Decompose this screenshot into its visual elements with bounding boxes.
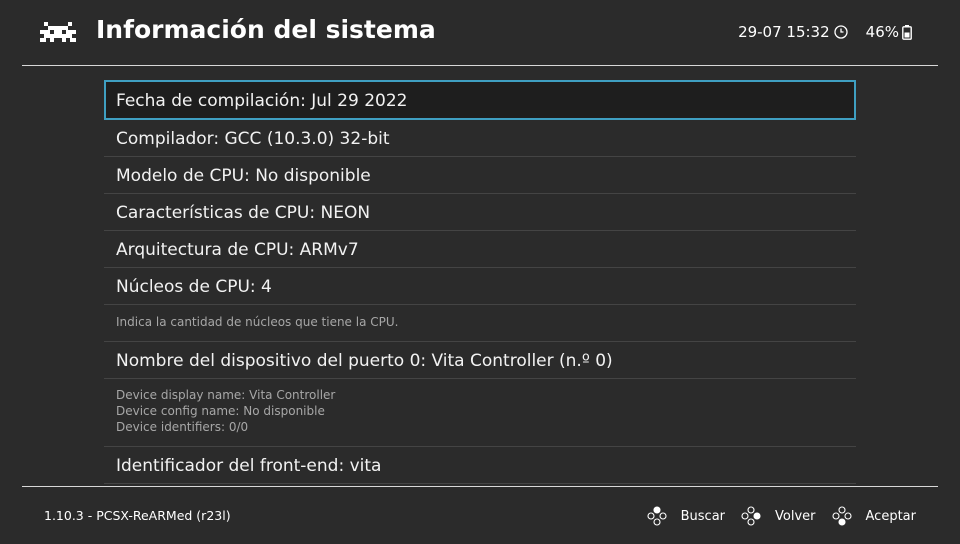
list-item-cpu-arch[interactable]: Arquitectura de CPU: ARMv7 [104, 231, 856, 268]
sublabel-text: Device identifiers: 0/0 [116, 420, 249, 434]
header-divider [22, 65, 938, 66]
device-info-text: Device display name: Vita Controller Dev… [104, 379, 856, 447]
clock-icon [834, 25, 848, 39]
system-info-list[interactable]: Fecha de compilación: Jul 29 2022 Compil… [104, 80, 856, 484]
footer-divider [22, 486, 938, 487]
footer-controls: Buscar Volver Aceptar [631, 506, 916, 526]
page-title: Información del sistema [96, 15, 436, 44]
list-item-label: Fecha de compilación: Jul 29 2022 [116, 91, 408, 111]
list-item-compiler[interactable]: Compilador: GCC (10.3.0) 32-bit [104, 120, 856, 157]
face-buttons-bottom-icon [831, 506, 852, 526]
retroarch-invader-icon [40, 22, 76, 42]
battery-icon [902, 24, 912, 40]
version-text: 1.10.3 - PCSX-ReARMed (r23l) [44, 508, 231, 523]
list-item-label: Arquitectura de CPU: ARMv7 [116, 240, 359, 260]
list-item-cpu-model[interactable]: Modelo de CPU: No disponible [104, 157, 856, 194]
search-button[interactable]: Buscar [647, 506, 725, 526]
face-buttons-right-icon [741, 506, 761, 526]
header-bar: Información del sistema 29-07 15:32 46% [0, 0, 960, 66]
list-item-port-device[interactable]: Nombre del dispositivo del puerto 0: Vit… [104, 342, 856, 379]
sublabel-text: Device display name: Vita Controller [116, 388, 336, 402]
list-item-build-date[interactable]: Fecha de compilación: Jul 29 2022 [104, 80, 856, 120]
back-label: Volver [775, 508, 816, 524]
list-item-label: Compilador: GCC (10.3.0) 32-bit [116, 129, 390, 149]
back-button[interactable]: Volver [741, 506, 816, 526]
face-buttons-top-icon [647, 506, 667, 526]
accept-label: Aceptar [865, 508, 916, 524]
list-item-label: Características de CPU: NEON [116, 203, 371, 223]
list-item-label: Núcleos de CPU: 4 [116, 277, 272, 297]
accept-button[interactable]: Aceptar [831, 506, 916, 526]
search-label: Buscar [680, 508, 726, 524]
list-item-label: Modelo de CPU: No disponible [116, 166, 371, 186]
cores-help-text: Indica la cantidad de núcleos que tiene … [104, 305, 856, 342]
sublabel-text: Device config name: No disponible [116, 404, 325, 418]
list-item-label: Identificador del front-end: vita [116, 456, 382, 476]
list-item-frontend-id[interactable]: Identificador del front-end: vita [104, 447, 856, 484]
list-item-cpu-features[interactable]: Características de CPU: NEON [104, 194, 856, 231]
list-item-label: Nombre del dispositivo del puerto 0: Vit… [116, 351, 613, 371]
sublabel-text: Indica la cantidad de núcleos que tiene … [116, 315, 399, 329]
datetime: 29-07 15:32 [738, 23, 830, 41]
status-area: 29-07 15:32 46% [738, 23, 912, 41]
list-item-cpu-cores[interactable]: Núcleos de CPU: 4 [104, 268, 856, 305]
battery-percent: 46% [865, 23, 899, 41]
